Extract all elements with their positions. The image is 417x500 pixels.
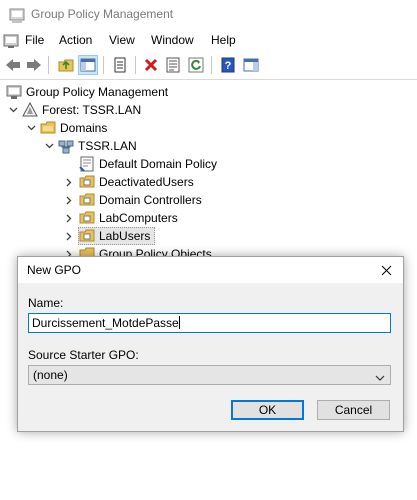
menu-window[interactable]: Window — [151, 33, 194, 47]
show-action-pane-icon[interactable] — [241, 55, 261, 75]
source-starter-label: Source Starter GPO: — [28, 348, 139, 362]
gpo-name-value: Durcissement_MotdePasse — [32, 316, 179, 330]
menu-help[interactable]: Help — [211, 33, 236, 47]
back-icon[interactable] — [3, 55, 23, 75]
toolbar-separator — [135, 56, 136, 74]
domains-folder-icon — [40, 120, 56, 136]
tree-root-gpm[interactable]: Group Policy Management — [6, 83, 168, 101]
chevron-right-icon[interactable] — [63, 230, 75, 242]
delete-icon[interactable] — [141, 55, 161, 75]
chevron-right-icon[interactable] — [63, 176, 75, 188]
cancel-button[interactable]: Cancel — [317, 400, 390, 420]
chevron-down-icon — [375, 370, 385, 381]
tree-item-label: LabComputers — [99, 211, 178, 225]
up-folder-icon[interactable] — [56, 55, 76, 75]
toolbar-separator — [103, 56, 104, 74]
chevron-right-icon[interactable] — [63, 248, 75, 256]
chevron-right-icon[interactable] — [63, 212, 75, 224]
forward-icon[interactable] — [24, 55, 44, 75]
system-menu-icon[interactable] — [3, 33, 19, 49]
domain-icon — [58, 138, 74, 154]
tree-item-default-domain-policy[interactable]: Default Domain Policy — [79, 155, 217, 173]
toolbar-separator — [48, 56, 49, 74]
gpo-link-icon — [79, 156, 95, 172]
dialog-title: New GPO — [27, 263, 82, 277]
domain-label: TSSR.LAN — [78, 139, 137, 153]
source-starter-value: (none) — [33, 368, 68, 382]
toolbar-divider — [0, 79, 417, 80]
gpmc-icon — [6, 84, 22, 100]
ou-folder-icon — [79, 228, 95, 244]
tree-item-domain-controllers[interactable]: Domain Controllers — [63, 191, 202, 209]
svg-text:?: ? — [225, 60, 232, 72]
ou-folder-icon — [79, 174, 95, 190]
tree-domains[interactable]: Domains — [25, 119, 107, 137]
chevron-down-icon[interactable] — [25, 122, 37, 134]
close-icon[interactable] — [378, 262, 394, 278]
chevron-down-icon[interactable] — [7, 104, 19, 116]
tree-root-label: Group Policy Management — [26, 85, 169, 99]
text-caret — [178, 316, 180, 329]
menu-action[interactable]: Action — [59, 33, 92, 47]
ou-folder-icon — [79, 210, 95, 226]
tree-item-label: Default Domain Policy — [99, 157, 218, 171]
tree-item-group-policy-objects[interactable]: Group Policy Objects — [63, 245, 212, 256]
help-icon[interactable]: ? — [218, 55, 238, 75]
gpo-name-input[interactable]: Durcissement_MotdePasse — [28, 313, 391, 333]
name-label: Name: — [28, 296, 64, 310]
domains-label: Domains — [60, 121, 108, 135]
tree-forest[interactable]: Forest: TSSR.LAN — [7, 101, 141, 119]
ok-button[interactable]: OK — [231, 400, 304, 420]
source-starter-select[interactable]: (none) — [28, 365, 391, 385]
refresh-icon[interactable] — [186, 55, 206, 75]
tree-item-label: Domain Controllers — [99, 193, 202, 207]
copy-icon[interactable] — [110, 55, 130, 75]
selected-item[interactable]: LabUsers — [78, 227, 156, 245]
menu-view[interactable]: View — [109, 33, 135, 47]
tree-item-label: DeactivatedUsers — [99, 175, 194, 189]
tree-item-label: LabUsers — [99, 229, 151, 243]
folder-icon — [79, 246, 95, 256]
properties-icon[interactable] — [163, 55, 183, 75]
forest-label: Forest: TSSR.LAN — [42, 103, 142, 117]
ou-folder-icon — [79, 192, 95, 208]
tree-item-deactivatedusers[interactable]: DeactivatedUsers — [63, 173, 194, 191]
toolbar-separator — [211, 56, 212, 74]
gpmc-app-icon — [9, 7, 25, 23]
new-gpo-dialog: New GPO Name: Durcissement_MotdePasse So… — [17, 256, 404, 432]
tree-domain-tssr[interactable]: TSSR.LAN — [43, 137, 137, 155]
chevron-down-icon[interactable] — [43, 140, 55, 152]
show-hide-tree-icon[interactable] — [78, 55, 98, 75]
menu-file[interactable]: File — [25, 33, 44, 47]
window-title: Group Policy Management — [31, 7, 174, 21]
forest-icon — [22, 101, 38, 118]
tree-item-labusers[interactable]: LabUsers — [63, 227, 156, 245]
tree-item-labcomputers[interactable]: LabComputers — [63, 209, 178, 227]
tree-item-label: Group Policy Objects — [99, 247, 212, 256]
chevron-right-icon[interactable] — [63, 194, 75, 206]
